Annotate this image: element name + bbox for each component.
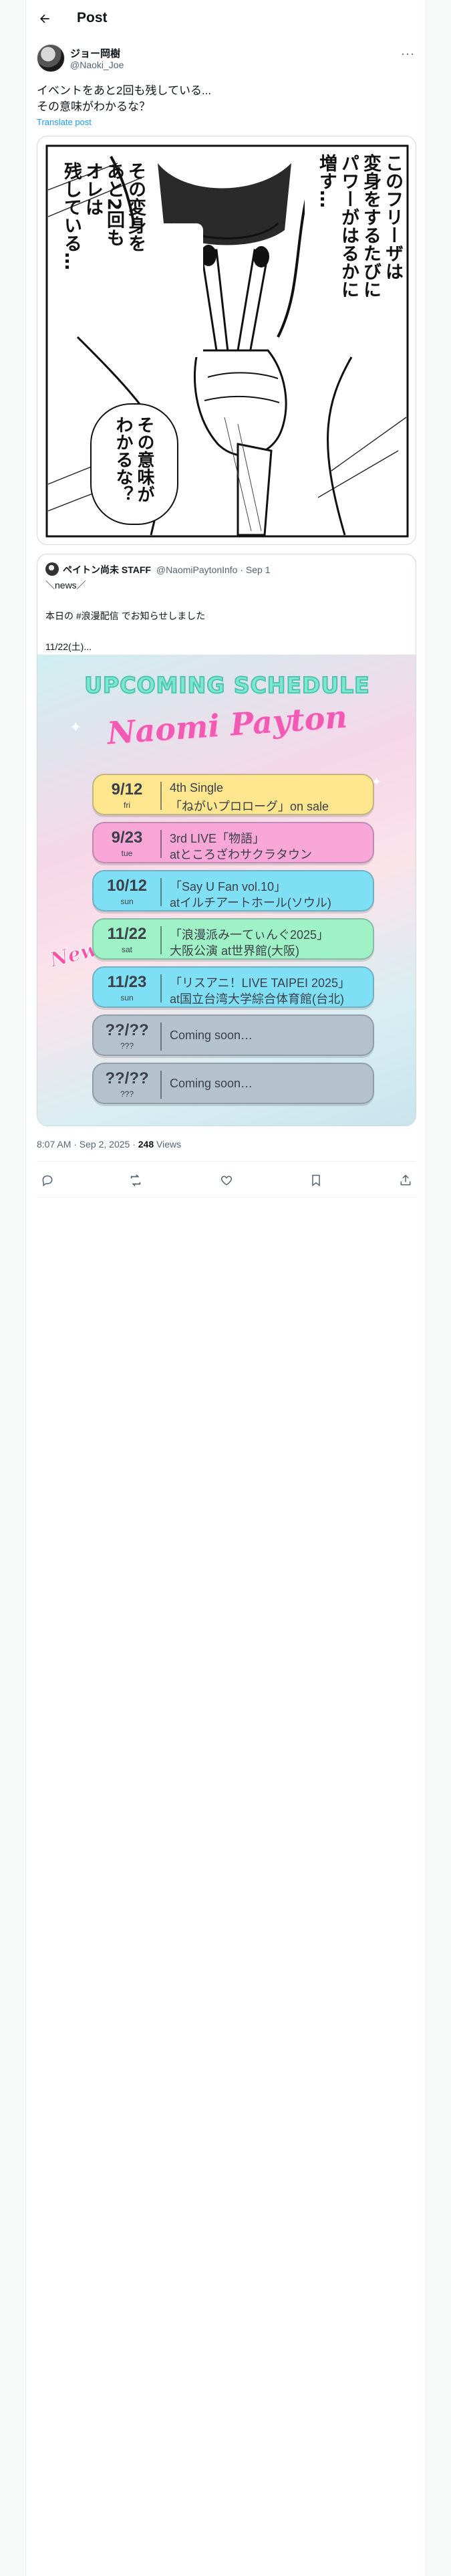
- quoted-text-line: ＼news／: [45, 580, 86, 591]
- schedule-row: 9/23 tue 3rd LIVE「物語」 atところざわサクラタウン: [92, 822, 374, 863]
- author-name[interactable]: ジョー岡樹: [70, 46, 120, 60]
- share-icon: [400, 1174, 411, 1186]
- schedule-event-detail: at国立台湾大学綜合体育館(台北): [170, 992, 344, 1006]
- schedule-day: ???: [120, 1041, 134, 1051]
- schedule-poster: UPCOMING SCHEDULE Naomi Payton ✦ ✦ New! …: [37, 655, 416, 1125]
- schedule-divider: [160, 878, 162, 906]
- schedule-row: 11/22 sat 「浪漫派み一てぃんぐ2025」 大阪公演 at世界館(大阪): [92, 918, 374, 960]
- post-timestamp[interactable]: 8:07 AM · Sep 2, 2025 ·: [37, 1139, 138, 1150]
- schedule-day: sat: [121, 945, 132, 954]
- schedule-divider: [160, 830, 162, 858]
- schedule-row: 10/12 sun 「Say U Fan vol.10」 atイルチアートホール(ソウ…: [92, 870, 374, 911]
- schedule-divider: [160, 1023, 162, 1051]
- views-label: Views: [154, 1139, 182, 1150]
- schedule-divider: [160, 782, 162, 810]
- repost-button[interactable]: [128, 1172, 144, 1188]
- schedule-event-detail: 大阪公演 at世界館(大阪): [170, 944, 300, 958]
- post-image[interactable]: このフリーザは 変身をするたびに パワーがはるかに 増す… その変身を あと2回…: [37, 136, 416, 545]
- poster-sparkle-icon: ✦: [69, 719, 82, 736]
- post-column: Post ジョー岡樹 @Naoki_Joe ··· イベントをあと2回も残してい…: [25, 0, 426, 2576]
- schedule-row: ??/????? Coming soon…: [92, 1063, 374, 1104]
- post-text-line: イベントをあと2回も残している...: [37, 84, 212, 97]
- quoted-author: ペイトン尚未 STAFF @NaomiPaytonInfo · Sep 1: [63, 563, 271, 576]
- schedule-event-detail: atイルチアートホール(ソウル): [170, 896, 331, 909]
- schedule-event-title: 「浪漫派み一てぃんぐ2025」: [170, 928, 329, 942]
- quoted-text-line: 11/22(土)...: [45, 641, 92, 652]
- schedule-event-detail: atところざわサクラタウン: [170, 848, 313, 861]
- bookmark-icon: [312, 1174, 320, 1186]
- reply-icon: [42, 1175, 53, 1186]
- author-handle[interactable]: @Naoki_Joe: [70, 60, 124, 70]
- schedule-event-detail: 「ねがいプロローグ」on sale: [170, 800, 329, 813]
- quoted-author-name: ペイトン尚未 STAFF: [63, 564, 151, 575]
- divider: [37, 1197, 416, 1198]
- quoted-text-line: 本日の #浪漫配信 でお知らせしました: [45, 611, 206, 621]
- reply-button[interactable]: [39, 1172, 55, 1188]
- action-bar: [37, 1167, 416, 1194]
- schedule-date: 10/12: [106, 877, 148, 895]
- quoted-post[interactable]: ペイトン尚未 STAFF @NaomiPaytonInfo · Sep 1 ＼n…: [37, 554, 416, 1126]
- schedule-date: 9/12: [111, 780, 143, 798]
- like-button[interactable]: [218, 1172, 235, 1188]
- schedule-date: 11/23: [107, 973, 147, 991]
- views-count: 248: [138, 1139, 154, 1150]
- schedule-row: 9/12 fri 4th Single 「ねがいプロローグ」on sale: [92, 774, 374, 815]
- more-options-icon[interactable]: ···: [401, 47, 415, 61]
- divider: [37, 1161, 416, 1162]
- schedule-day: sun: [120, 993, 134, 1002]
- quoted-author-avatar: [45, 562, 59, 576]
- arrow-left-icon: [40, 14, 49, 23]
- poster-signature: Naomi Payton: [106, 698, 349, 752]
- top-bar: Post: [26, 0, 427, 37]
- back-button[interactable]: [35, 9, 54, 28]
- like-icon: [220, 1176, 233, 1186]
- manga-caption-lower: その意味が わかるな？: [113, 416, 154, 503]
- bookmark-button[interactable]: [308, 1172, 324, 1188]
- post-text: イベントをあと2回も残している... その意味がわかるな？: [37, 83, 411, 115]
- schedule-day: tue: [121, 849, 133, 858]
- schedule-divider: [160, 1071, 162, 1099]
- poster-title: UPCOMING SCHEDULE: [84, 671, 370, 699]
- quoted-author-handle-date: @NaomiPaytonInfo · Sep 1: [156, 564, 271, 575]
- post-meta: 8:07 AM · Sep 2, 2025 · 248 Views: [37, 1139, 181, 1150]
- schedule-row: 11/23 sun 「リスアニ！LIVE TAIPEI 2025」 at国立台湾大学綜…: [92, 966, 374, 1008]
- schedule-event-title: 「Say U Fan vol.10」: [170, 880, 287, 893]
- schedule-event-title: 3rd LIVE「物語」: [170, 832, 265, 845]
- schedule-row: ??/????? Coming soon…: [92, 1014, 374, 1056]
- schedule-day: sun: [120, 897, 134, 906]
- schedule-date: ??/??: [105, 1021, 149, 1039]
- author-avatar[interactable]: [37, 44, 65, 72]
- schedule-divider: [160, 974, 162, 1002]
- schedule-event-title: Coming soon…: [170, 1077, 253, 1090]
- page-title: Post: [77, 10, 108, 25]
- repost-icon: [130, 1174, 141, 1186]
- translate-post-link[interactable]: Translate post: [37, 117, 92, 127]
- schedule-date: 9/23: [111, 829, 143, 847]
- schedule-date: ??/??: [105, 1069, 149, 1087]
- share-button[interactable]: [398, 1172, 414, 1188]
- post-text-line: その意味がわかるな？: [37, 100, 150, 113]
- schedule-event-title: Coming soon…: [170, 1029, 253, 1042]
- schedule-divider: [160, 926, 162, 954]
- schedule-event-title: 4th Single: [170, 781, 224, 794]
- schedule-event-title: 「リスアニ！LIVE TAIPEI 2025」: [170, 976, 351, 990]
- manga-caption-right: このフリーザは 変身をするたびに パワーがはるかに 増す…: [316, 154, 403, 298]
- schedule-day: fri: [124, 800, 130, 810]
- manga-caption-middle: その変身を あと2回も オレは 残している…: [61, 162, 146, 270]
- schedule-date: 11/22: [107, 925, 147, 943]
- schedule-day: ???: [120, 1089, 134, 1099]
